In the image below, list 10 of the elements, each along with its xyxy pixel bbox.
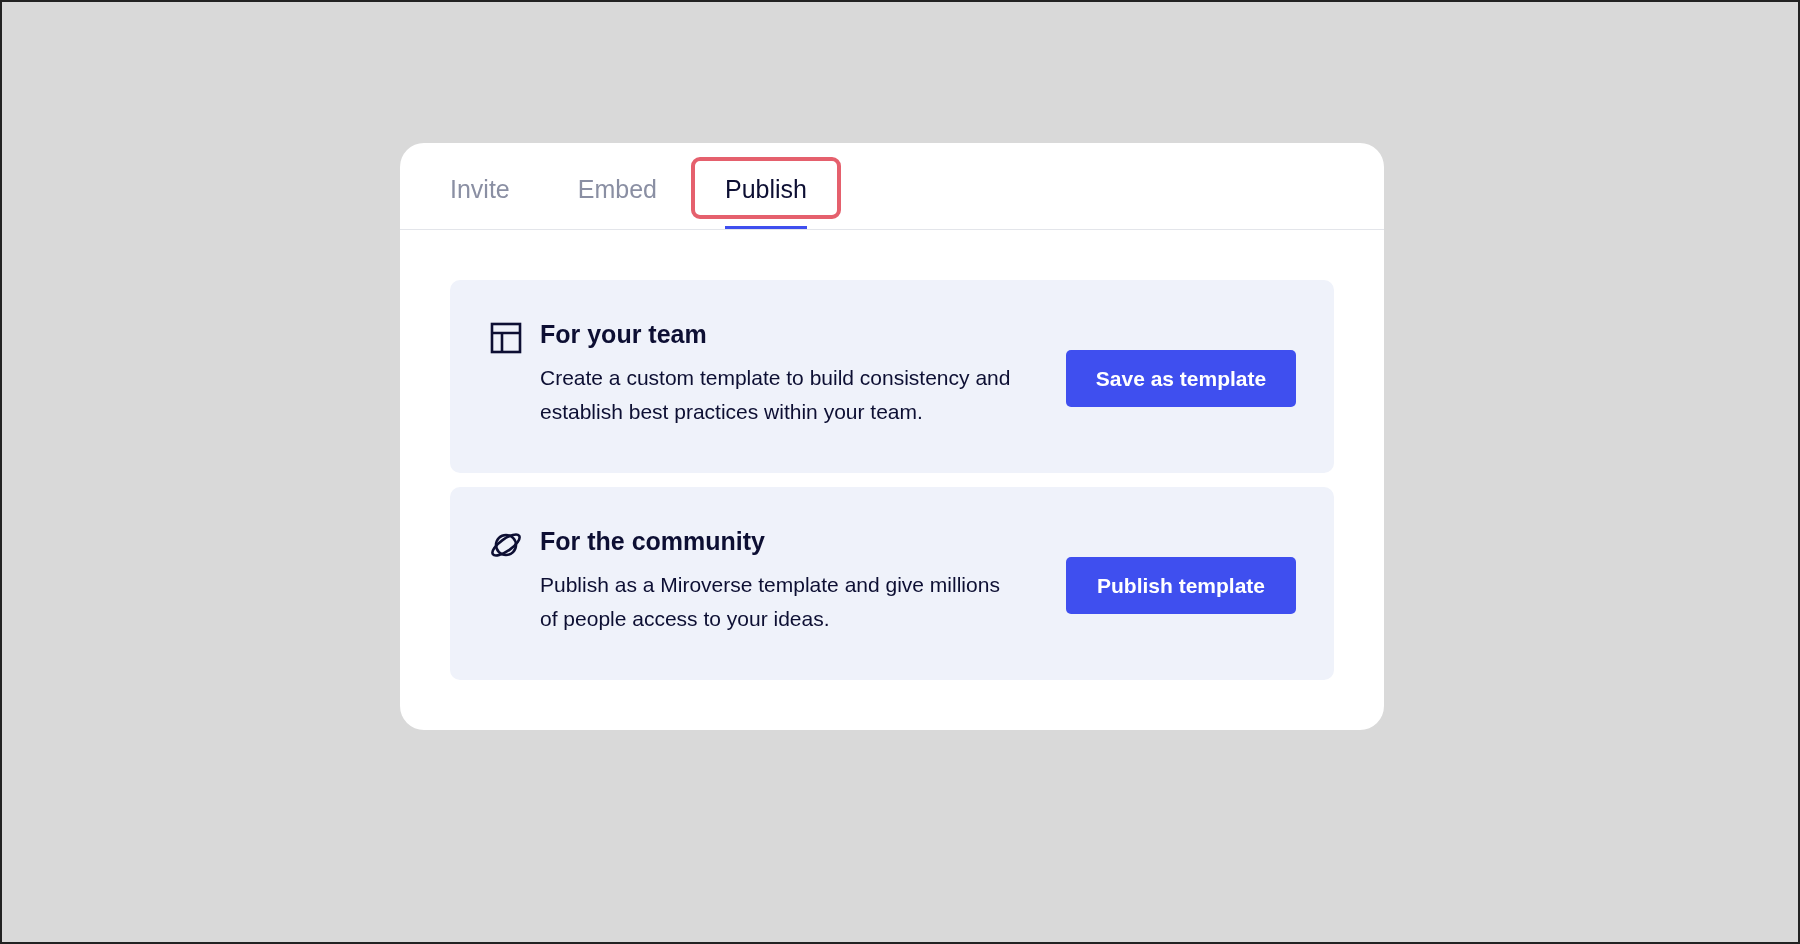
tab[interactable]: Publish: [691, 149, 841, 229]
template-button[interactable]: Publish template: [1066, 557, 1296, 614]
option-title: For your team: [540, 320, 708, 349]
option-description: Create a custom template to build consistency and establish best practices within your team.: [540, 365, 1012, 425]
option-title: For the community: [540, 527, 766, 556]
tab[interactable]: Embed: [543, 149, 691, 229]
tab[interactable]: Invite: [416, 149, 544, 229]
layout-icon: [490, 322, 522, 354]
option-description: Publish as a Miroverse template and give millions of people access to your ideas.: [540, 572, 1001, 632]
template-button[interactable]: Save as template: [1066, 350, 1296, 407]
